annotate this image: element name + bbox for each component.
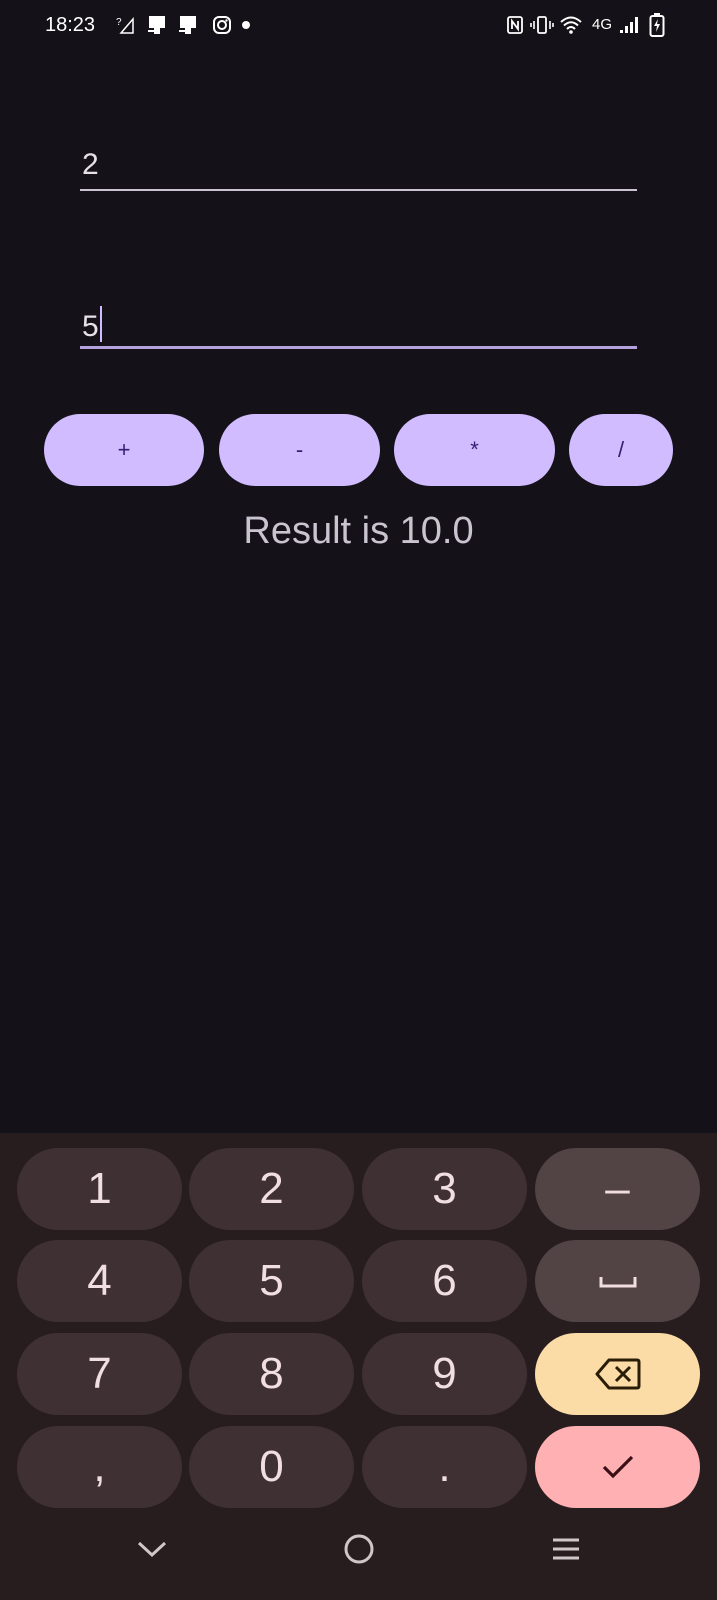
key-comma[interactable]: ,	[17, 1426, 182, 1508]
notification-dot-icon	[240, 14, 252, 36]
vibrate-icon	[530, 14, 554, 36]
key-5[interactable]: 5	[189, 1240, 354, 1322]
signal-icon	[618, 14, 640, 36]
result-text: Result is 10.0	[243, 510, 474, 552]
sim-card-icon	[177, 14, 199, 36]
space-icon	[599, 1277, 636, 1288]
second-number-field[interactable]: 5	[80, 296, 637, 350]
key-2[interactable]: 2	[189, 1148, 354, 1230]
check-icon	[602, 1455, 633, 1479]
status-time: 18:23	[45, 14, 96, 36]
key-4[interactable]: 4	[17, 1240, 182, 1322]
text-cursor	[99, 306, 102, 342]
nav-back-button[interactable]	[130, 1527, 174, 1571]
nav-recents-button[interactable]	[544, 1527, 588, 1571]
nav-recents-icon	[553, 1538, 579, 1560]
battery-charging-icon	[648, 13, 666, 37]
key-7[interactable]: 7	[17, 1333, 182, 1415]
key-backspace[interactable]	[535, 1333, 700, 1415]
first-number-value: 2	[82, 148, 99, 181]
svg-text:?: ?	[116, 17, 122, 28]
divide-button[interactable]: /	[569, 414, 673, 486]
key-9[interactable]: 9	[362, 1333, 527, 1415]
nav-back-icon	[137, 1541, 167, 1558]
key-3[interactable]: 3	[362, 1148, 527, 1230]
key-space[interactable]	[535, 1240, 700, 1322]
first-field-underline	[80, 189, 637, 191]
key-dash[interactable]: –	[535, 1148, 700, 1230]
multiply-button[interactable]: *	[394, 414, 555, 486]
first-number-field[interactable]: 2	[80, 140, 637, 192]
second-number-value-wrap: 5	[82, 306, 102, 344]
nav-home-button[interactable]	[337, 1527, 381, 1571]
second-number-value: 5	[82, 310, 99, 343]
instagram-icon	[211, 14, 233, 36]
key-0[interactable]: 0	[189, 1426, 354, 1508]
question-signal-icon: ?	[114, 14, 136, 36]
nfc-icon	[505, 14, 525, 36]
key-dot[interactable]: .	[362, 1426, 527, 1508]
second-field-underline	[80, 346, 637, 349]
key-done[interactable]	[535, 1426, 700, 1508]
add-button[interactable]: +	[44, 414, 204, 486]
wifi-icon	[558, 14, 584, 36]
key-1[interactable]: 1	[17, 1148, 182, 1230]
key-8[interactable]: 8	[189, 1333, 354, 1415]
backspace-icon	[595, 1358, 640, 1390]
status-bar: 18:23 ? 4G	[0, 0, 717, 52]
sim-card-icon	[146, 14, 168, 36]
key-6[interactable]: 6	[362, 1240, 527, 1322]
nav-home-icon	[344, 1534, 374, 1564]
network-type: 4G	[592, 16, 613, 33]
subtract-button[interactable]: -	[219, 414, 380, 486]
